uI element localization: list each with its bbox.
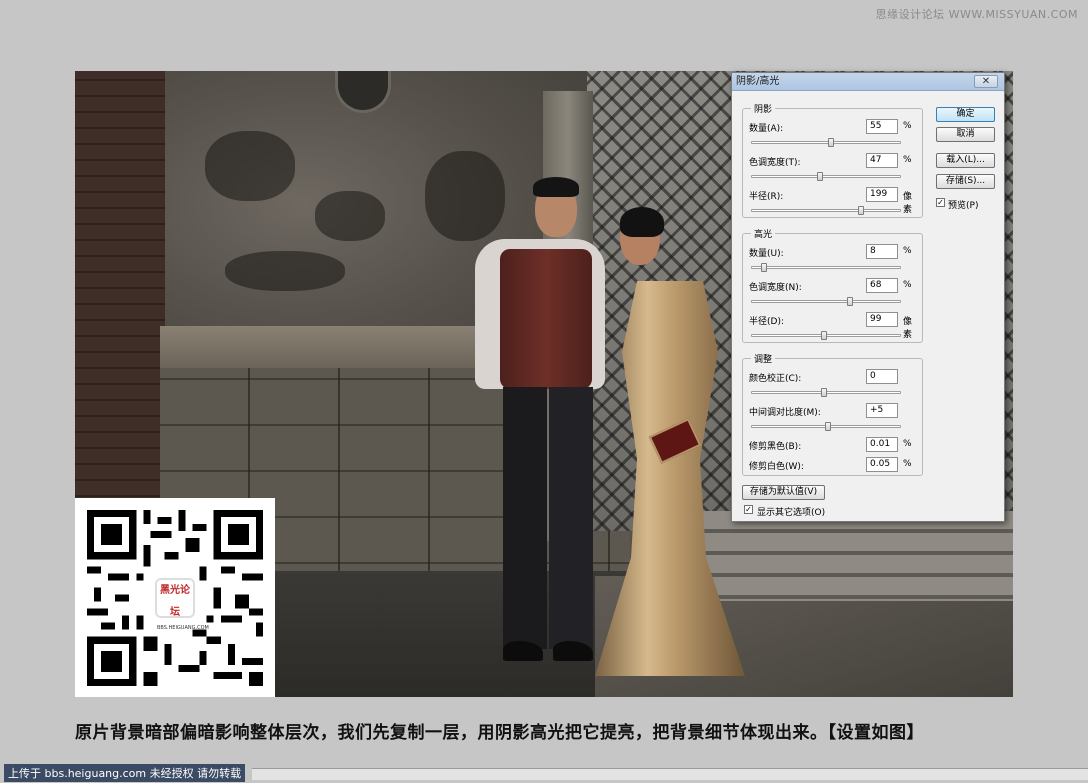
black-clip-label: 修剪黑色(B): — [749, 442, 802, 452]
steps — [675, 511, 1013, 601]
show-more-label: 显示其它选项(O) — [757, 508, 826, 518]
man-pants — [549, 387, 593, 649]
dialog-title: 阴影/高光 — [736, 76, 780, 87]
color-correction-label: 颜色校正(C): — [749, 374, 802, 384]
shadows-amount-row: 数量(A): 55 % — [749, 119, 919, 135]
slider-thumb[interactable] — [846, 297, 853, 306]
shadows-radius-row: 半径(R): 199 像素 — [749, 187, 919, 215]
brick-column — [75, 71, 170, 511]
shadows-amount-slider[interactable] — [751, 138, 901, 147]
black-clip-input[interactable]: 0.01 — [866, 437, 898, 452]
shadow-highlight-dialog: 阴影/高光 ✕ 阴影 数量(A): 55 % 色调宽度(T): 47 % 半径(… — [731, 72, 1005, 522]
slider-thumb[interactable] — [816, 172, 823, 181]
close-icon[interactable]: ✕ — [974, 75, 998, 88]
midtone-contrast-row: 中间调对比度(M): +5 — [749, 403, 919, 419]
black-clip-row: 修剪黑色(B): 0.01 % — [749, 437, 919, 453]
highlights-amount-row: 数量(U): 8 % — [749, 244, 919, 260]
white-clip-input[interactable]: 0.05 — [866, 457, 898, 472]
preview-checkbox[interactable]: ✓ — [936, 198, 945, 207]
highlights-tonal-input[interactable]: 68 — [866, 278, 898, 293]
dialog-titlebar: 阴影/高光 ✕ — [732, 73, 1004, 91]
highlights-amount-slider[interactable] — [751, 263, 901, 272]
cancel-button[interactable]: 取消 — [936, 127, 995, 142]
color-correction-row: 颜色校正(C): 0 — [749, 369, 919, 385]
qr-logo-sub: BBS.HEIGUANG.COM — [157, 625, 209, 631]
save-default-button[interactable]: 存储为默认值(V) — [742, 485, 825, 500]
shadows-tonal-input[interactable]: 47 — [866, 153, 898, 168]
shadows-group-title: 阴影 — [751, 102, 776, 115]
highlights-radius-input[interactable]: 99 — [866, 312, 898, 327]
caption: 原片背景暗部偏暗影响整体层次，我们先复制一层，用阴影高光把它提亮，把背景细节体现… — [75, 723, 924, 743]
woman-hair — [620, 207, 664, 237]
white-clip-row: 修剪白色(W): 0.05 % — [749, 457, 919, 473]
white-clip-label: 修剪白色(W): — [749, 462, 804, 472]
highlights-tonal-unit: % — [903, 280, 912, 290]
slider-thumb[interactable] — [821, 388, 827, 397]
shadows-amount-label: 数量(A): — [749, 124, 784, 134]
site-watermark: 思缘设计论坛 WWW.MISSYUAN.COM — [875, 8, 1078, 21]
slider-thumb[interactable] — [828, 138, 835, 147]
shadows-tonal-row: 色调宽度(T): 47 % — [749, 153, 919, 169]
shadows-radius-slider[interactable] — [751, 206, 901, 215]
shadows-radius-input[interactable]: 199 — [866, 187, 898, 202]
slider-thumb[interactable] — [821, 331, 827, 340]
shadows-radius-unit: 像素 — [903, 192, 913, 215]
highlights-amount-label: 数量(U): — [749, 249, 784, 259]
highlights-amount-input[interactable]: 8 — [866, 244, 898, 259]
highlights-group-title: 高光 — [751, 227, 776, 240]
preview-label: 预览(P) — [948, 201, 979, 211]
shadows-amount-unit: % — [903, 121, 912, 131]
qr-logo: 黑光论坛 BBS.HEIGUANG.COM — [155, 578, 209, 631]
shadows-group: 阴影 数量(A): 55 % 色调宽度(T): 47 % 半径(R): 199 … — [742, 102, 923, 218]
midtone-contrast-slider[interactable] — [751, 422, 901, 431]
slider-thumb[interactable] — [760, 263, 767, 272]
ok-button[interactable]: 确定 — [936, 107, 995, 122]
highlights-group: 高光 数量(U): 8 % 色调宽度(N): 68 % 半径(D): 99 像素 — [742, 227, 923, 343]
adjustments-group: 调整 颜色校正(C): 0 中间调对比度(M): +5 修剪黑色(B): 0.0… — [742, 352, 923, 476]
save-button[interactable]: 存储(S)... — [936, 174, 995, 189]
highlights-amount-unit: % — [903, 246, 912, 256]
shadows-radius-label: 半径(R): — [749, 192, 784, 202]
man-vest — [500, 249, 592, 389]
highlights-radius-label: 半径(D): — [749, 317, 784, 327]
shadows-tonal-unit: % — [903, 155, 912, 165]
footer-bar — [252, 768, 1088, 780]
qr-code: 黑光论坛 BBS.HEIGUANG.COM — [75, 498, 275, 697]
shadows-tonal-label: 色调宽度(T): — [749, 158, 801, 168]
adjustments-group-title: 调整 — [751, 352, 776, 365]
man-hair — [533, 177, 579, 197]
slider-thumb[interactable] — [858, 206, 865, 215]
highlights-radius-unit: 像素 — [903, 317, 913, 340]
highlights-tonal-label: 色调宽度(N): — [749, 283, 802, 293]
white-clip-unit: % — [903, 459, 912, 469]
slider-thumb[interactable] — [825, 422, 832, 431]
highlights-tonal-slider[interactable] — [751, 297, 901, 306]
qr-logo-text: 黑光论坛 — [160, 585, 190, 618]
man-pants — [503, 387, 547, 649]
show-more-checkbox[interactable]: ✓ — [744, 505, 753, 514]
midtone-contrast-label: 中间调对比度(M): — [749, 408, 821, 418]
shadows-tonal-slider[interactable] — [751, 172, 901, 181]
black-clip-unit: % — [903, 439, 912, 449]
shadows-amount-input[interactable]: 55 — [866, 119, 898, 134]
footer: 上传于 bbs.heiguang.com 未经授权 请勿转载 — [0, 763, 1088, 783]
upload-watermark: 上传于 bbs.heiguang.com 未经授权 请勿转载 — [4, 764, 246, 782]
midtone-contrast-input[interactable]: +5 — [866, 403, 898, 418]
color-correction-slider[interactable] — [751, 388, 901, 397]
highlights-tonal-row: 色调宽度(N): 68 % — [749, 278, 919, 294]
highlights-radius-slider[interactable] — [751, 331, 901, 340]
color-correction-input[interactable]: 0 — [866, 369, 898, 384]
load-button[interactable]: 载入(L)... — [936, 153, 995, 168]
highlights-radius-row: 半径(D): 99 像素 — [749, 312, 919, 340]
